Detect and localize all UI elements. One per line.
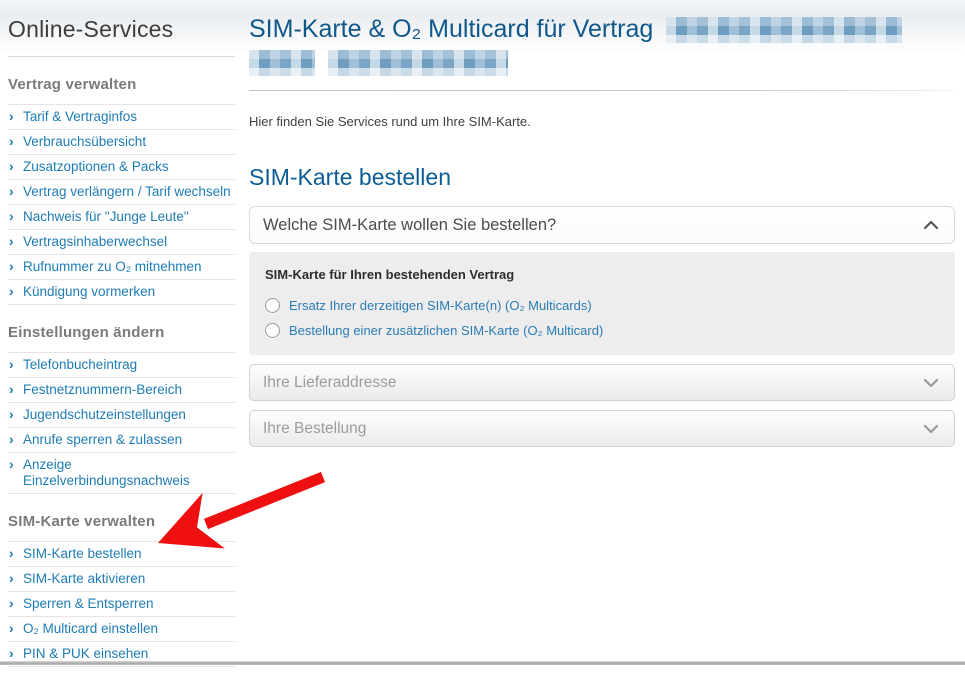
sidebar-title: Online-Services — [8, 16, 174, 42]
sidebar-list-vertrag: › Tarif & Vertraginfos › Verbrauchsübersic… — [8, 104, 235, 305]
chevron-right-icon: › — [9, 570, 14, 586]
sidebar-item-label: Kündigung vormerken — [23, 284, 156, 299]
accordion-lieferaddresse[interactable]: Ihre Lieferaddresse — [249, 364, 955, 401]
chevron-right-icon: › — [9, 456, 14, 472]
sidebar-item-tarif-vertraginfos[interactable]: › Tarif & Vertraginfos — [8, 104, 235, 129]
sidebar-item-kuendigung-vormerken[interactable]: › Kündigung vormerken — [8, 279, 235, 304]
sidebar-list-einstellungen: › Telefonbucheintrag › Festnetznummern-Ber… — [8, 352, 235, 494]
sidebar: Online-Services Vertrag verwalten › Tarif… — [8, 0, 235, 667]
accordion-welche-sim-karte[interactable]: Welche SIM-Karte wollen Sie bestellen? — [249, 206, 955, 244]
chevron-right-icon: › — [9, 381, 14, 397]
main-content: SIM-Karte & O₂ Multicard für Vertrag Hie… — [249, 0, 955, 447]
sidebar-item-label: Vertrag verlängern / Tarif wechseln — [23, 184, 231, 199]
chevron-up-icon — [923, 220, 939, 230]
sidebar-item-rufnummer-mitnehmen[interactable]: › Rufnummer zu O₂ mitnehmen — [8, 254, 235, 279]
page-title-text: SIM-Karte & O₂ Multicard für Vertrag — [249, 15, 654, 43]
sidebar-item-sim-karte-bestellen[interactable]: › SIM-Karte bestellen — [8, 541, 235, 566]
radio-option-label: Bestellung einer zusätzlichen SIM-Karte … — [289, 323, 604, 338]
sidebar-item-label: Anzeige Einzelverbindungsnachweis — [23, 457, 190, 488]
chevron-right-icon: › — [9, 208, 14, 224]
chevron-right-icon: › — [9, 158, 14, 174]
chevron-right-icon: › — [9, 133, 14, 149]
chevron-right-icon: › — [9, 645, 14, 661]
sidebar-list-sim-karte: › SIM-Karte bestellen › SIM-Karte aktivier… — [8, 541, 235, 667]
chevron-down-icon — [923, 378, 939, 387]
sidebar-item-label: Jugendschutzeinstellungen — [23, 407, 186, 422]
section-title-sim-bestellen: SIM-Karte bestellen — [249, 164, 451, 190]
radio-button-icon[interactable] — [265, 323, 280, 338]
accordion-question-label: Welche SIM-Karte wollen Sie bestellen? — [263, 215, 557, 234]
chevron-right-icon: › — [9, 283, 14, 299]
chevron-right-icon: › — [9, 183, 14, 199]
sidebar-item-anrufe-sperren-zulassen[interactable]: › Anrufe sperren & zulassen — [8, 427, 235, 452]
redacted-phone-number — [328, 50, 508, 76]
sim-order-options-panel: SIM-Karte für Ihren bestehenden Vertrag … — [249, 252, 955, 355]
sidebar-item-label: Anrufe sperren & zulassen — [23, 432, 183, 447]
radio-option-ersatz-sim[interactable]: Ersatz Ihrer derzeitigen SIM-Karte(n) (O… — [265, 298, 939, 313]
chevron-right-icon: › — [9, 545, 14, 561]
title-divider — [249, 90, 955, 91]
sidebar-item-label: Zusatzoptionen & Packs — [23, 159, 169, 174]
chevron-right-icon: › — [9, 356, 14, 372]
accordion-bestellung-label: Ihre Bestellung — [263, 419, 367, 437]
sidebar-item-label: Festnetznummern-Bereich — [23, 382, 183, 397]
sidebar-item-verbrauchsuebersicht[interactable]: › Verbrauchsübersicht — [8, 129, 235, 154]
sidebar-item-label: Rufnummer zu O₂ mitnehmen — [23, 259, 202, 274]
page-bottom-divider — [0, 661, 965, 665]
sidebar-section-sim-karte-verwalten: SIM-Karte verwalten — [8, 513, 156, 530]
sidebar-item-label: PIN & PUK einsehen — [23, 646, 149, 661]
redacted-contract-name — [666, 17, 903, 43]
page-title: SIM-Karte & O₂ Multicard für Vertrag — [249, 13, 955, 79]
sidebar-item-zusatzoptionen-packs[interactable]: › Zusatzoptionen & Packs — [8, 154, 235, 179]
chevron-right-icon: › — [9, 595, 14, 611]
intro-text: Hier finden Sie Services rund um Ihre SI… — [249, 114, 531, 129]
sidebar-item-jugendschutzeinstellungen[interactable]: › Jugendschutzeinstellungen — [8, 402, 235, 427]
sidebar-item-festnetznummern-bereich[interactable]: › Festnetznummern-Bereich — [8, 377, 235, 402]
sidebar-item-sperren-entsperren[interactable]: › Sperren & Entsperren — [8, 591, 235, 616]
chevron-right-icon: › — [9, 406, 14, 422]
chevron-right-icon: › — [9, 233, 14, 249]
sidebar-item-label: Telefonbucheintrag — [23, 357, 138, 372]
chevron-right-icon: › — [9, 108, 14, 124]
chevron-right-icon: › — [9, 620, 14, 636]
sidebar-item-label: Tarif & Vertraginfos — [23, 109, 138, 124]
radio-button-icon[interactable] — [265, 298, 280, 313]
redacted-contract-number — [249, 50, 315, 76]
sidebar-item-o2-multicard-einstellen[interactable]: › O₂ Multicard einstellen — [8, 616, 235, 641]
sidebar-item-vertragsinhaberwechsel[interactable]: › Vertragsinhaberwechsel — [8, 229, 235, 254]
sidebar-section-vertrag-verwalten: Vertrag verwalten — [8, 76, 137, 93]
sidebar-item-vertrag-verlaengern[interactable]: › Vertrag verlängern / Tarif wechseln — [8, 179, 235, 204]
sidebar-item-sim-karte-aktivieren[interactable]: › SIM-Karte aktivieren — [8, 566, 235, 591]
sidebar-item-label: Verbrauchsübersicht — [23, 134, 147, 149]
sidebar-item-label: SIM-Karte aktivieren — [23, 571, 146, 586]
sidebar-item-label: Nachweis für "Junge Leute" — [23, 209, 189, 224]
sidebar-item-anzeige-einzelverbindungsnachweis[interactable]: › Anzeige Einzelverbindungsnachweis — [8, 452, 235, 493]
sidebar-item-label: SIM-Karte bestellen — [23, 546, 142, 561]
sidebar-item-nachweis-junge-leute[interactable]: › Nachweis für "Junge Leute" — [8, 204, 235, 229]
sidebar-item-label: Sperren & Entsperren — [23, 596, 154, 611]
options-panel-title: SIM-Karte für Ihren bestehenden Vertrag — [265, 267, 515, 282]
sidebar-divider — [8, 56, 235, 57]
sidebar-item-label: Vertragsinhaberwechsel — [23, 234, 168, 249]
chevron-right-icon: › — [9, 431, 14, 447]
chevron-right-icon: › — [9, 258, 14, 274]
accordion-bestellung[interactable]: Ihre Bestellung — [249, 410, 955, 447]
radio-option-zusaetzliche-sim[interactable]: Bestellung einer zusätzlichen SIM-Karte … — [265, 323, 939, 338]
accordion-lieferaddresse-label: Ihre Lieferaddresse — [263, 373, 397, 391]
radio-option-label: Ersatz Ihrer derzeitigen SIM-Karte(n) (O… — [289, 298, 592, 313]
chevron-down-icon — [923, 424, 939, 433]
sidebar-item-label: O₂ Multicard einstellen — [23, 621, 159, 636]
sidebar-item-telefonbucheintrag[interactable]: › Telefonbucheintrag — [8, 352, 235, 377]
sidebar-section-einstellungen-aendern: Einstellungen ändern — [8, 324, 165, 341]
